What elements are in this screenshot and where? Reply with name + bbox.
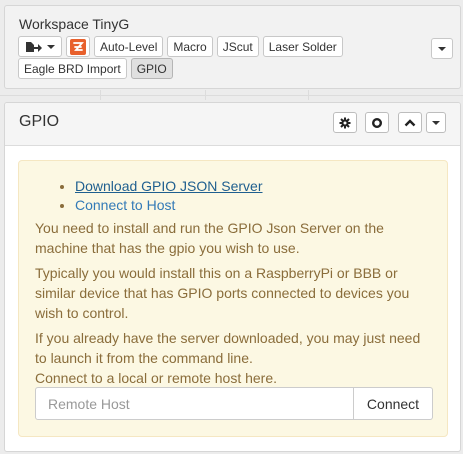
tab-macro[interactable]: Macro	[167, 36, 213, 57]
chevron-down-icon	[432, 120, 440, 125]
workspace-tab-row: Eagle BRD Import GPIO	[18, 58, 173, 79]
brand-logo-button[interactable]	[66, 36, 90, 57]
panel-title: GPIO	[19, 113, 60, 130]
tab-laser-solder[interactable]: Laser Solder	[262, 36, 343, 57]
share-arrow-icon	[25, 41, 43, 53]
download-server-link[interactable]: Download GPIO JSON Server	[75, 178, 263, 194]
workspace-panel: Workspace TinyG Auto-Level Macro JScut L…	[4, 5, 461, 89]
zeta-logo-icon	[70, 38, 86, 55]
tab-jscut[interactable]: JScut	[216, 36, 259, 57]
circle-icon	[371, 117, 383, 129]
list-item: Download GPIO JSON Server	[75, 177, 433, 196]
chevron-down-icon	[47, 44, 55, 49]
link-list: Download GPIO JSON Server Connect to Hos…	[35, 177, 433, 215]
launch-instructions-text: If you already have the server downloade…	[35, 330, 421, 366]
tab-eagle-brd-import[interactable]: Eagle BRD Import	[18, 58, 127, 79]
gpio-panel: GPIO • Download GPIO JSON Server • Conne…	[4, 102, 461, 452]
remote-host-input[interactable]	[35, 387, 354, 420]
connect-button[interactable]: Connect	[354, 387, 433, 420]
record-button[interactable]	[365, 112, 389, 133]
settings-button[interactable]	[333, 112, 357, 133]
background-divider	[205, 90, 206, 100]
install-instructions-text: You need to install and run the GPIO Jso…	[35, 220, 384, 256]
gear-icon	[339, 117, 351, 129]
background-divider	[0, 95, 463, 96]
tab-gpio[interactable]: GPIO	[130, 58, 173, 79]
chevron-up-icon	[404, 118, 416, 128]
gpio-info-alert: Download GPIO JSON Server Connect to Hos…	[18, 160, 448, 437]
gpio-panel-header: GPIO	[5, 103, 460, 146]
workspace-tab-row: Auto-Level Macro JScut Laser Solder	[18, 36, 343, 57]
device-instructions-text: Typically you would install this on a Ra…	[35, 265, 410, 321]
workspace-menu-button[interactable]	[431, 38, 453, 59]
connect-to-host-link[interactable]: Connect to Host	[75, 197, 175, 213]
list-item: Connect to Host	[75, 196, 433, 215]
share-dropdown-button[interactable]	[18, 36, 62, 57]
host-input-group: Connect	[35, 387, 433, 420]
background-divider	[100, 90, 101, 100]
workspace-title: Workspace TinyG	[19, 16, 130, 32]
collapse-button[interactable]	[398, 112, 422, 133]
connect-instructions-text: Connect to a local or remote host here.	[35, 370, 278, 386]
panel-menu-button[interactable]	[426, 112, 446, 133]
tab-auto-level[interactable]: Auto-Level	[94, 36, 164, 57]
chevron-down-icon	[438, 46, 446, 51]
background-divider	[308, 90, 309, 100]
